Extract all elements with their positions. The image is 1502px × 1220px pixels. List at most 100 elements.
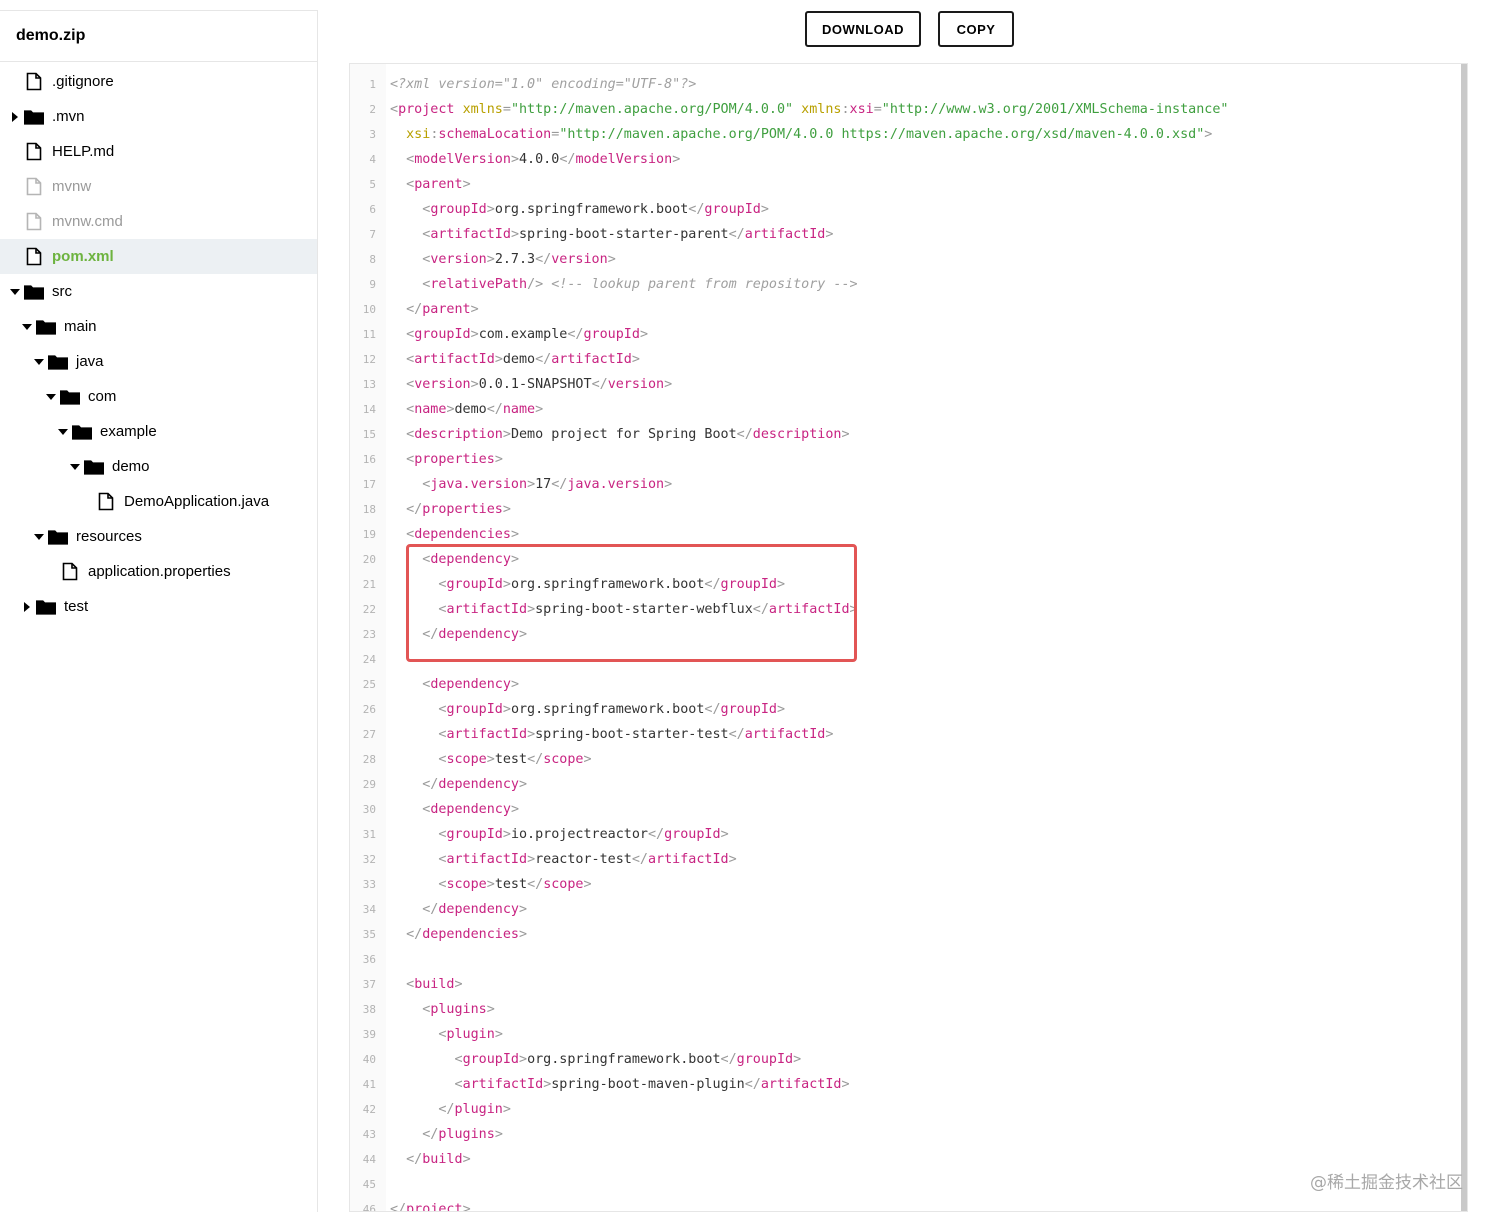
collapse-caret-icon[interactable] [22,322,32,332]
tree-item-test[interactable]: test [0,589,317,624]
tree-item-label: mvnw [52,178,92,195]
tree-item-application-properties[interactable]: application.properties [0,554,317,589]
code-token: </ [535,252,552,267]
code-token: > [664,477,673,492]
expand-caret-icon[interactable] [22,601,32,612]
code-token: </ [704,702,721,717]
tree-item-example[interactable]: example [0,414,317,449]
code-token: properties [414,452,495,467]
code-token: > [470,377,479,392]
code-token: : [841,102,850,117]
code-token: > [519,1052,528,1067]
code-line: 16 <properties> [350,447,1450,472]
code-token: <!-- lookup parent from repository --> [551,277,858,292]
code-token: </ [559,152,576,167]
code-line: 22 <artifactId>spring-boot-starter-webfl… [350,597,1450,622]
code-line: 2 <project xmlns="http://maven.apache.org… [350,97,1450,122]
code-line: 4 <modelVersion>4.0.0</modelVersion> [350,147,1450,172]
tree-item-mvnw-cmd[interactable]: mvnw.cmd [0,204,317,239]
code-token: dependency [438,902,519,917]
code-token: = [502,102,511,117]
download-button[interactable]: DOWNLOAD [805,11,921,47]
code-token: > [502,1102,511,1117]
code-token: demo [454,402,487,417]
code-token: > [486,1002,495,1017]
code-token: "http://maven.apache.org/POM/4.0.0 https… [559,127,1205,142]
line-number: 44 [362,1153,376,1166]
code-token: > [510,152,519,167]
code-token: </ [688,202,705,217]
code-line: 32 <artifactId>reactor-test</artifactId> [350,847,1450,872]
code-token: > [825,727,834,742]
tree-item-com[interactable]: com [0,379,317,414]
collapse-caret-icon[interactable] [34,357,44,367]
tree-item-src[interactable]: src [0,274,317,309]
code-viewer[interactable]: 1 <?xml version="1.0" encoding="UTF-8"?> 2… [349,63,1468,1212]
code-token: </ [591,377,608,392]
collapse-caret-icon[interactable] [70,462,80,472]
code-token: < [406,352,415,367]
code-token: </ [390,1202,407,1212]
tree-item-gitignore[interactable]: .gitignore [0,64,317,99]
code-line: 20 <dependency> [350,547,1450,572]
line-number: 43 [362,1128,376,1141]
tree-item-java[interactable]: java [0,344,317,379]
tree-item-label: src [52,283,72,300]
code-token: 17 [535,477,552,492]
collapse-caret-icon[interactable] [34,532,44,542]
collapse-caret-icon[interactable] [46,392,56,402]
copy-button[interactable]: COPY [938,11,1014,47]
code-token: spring-boot-maven-plugin [551,1077,745,1092]
code-token: org.springframework.boot [510,702,705,717]
tree-item-mvnw[interactable]: mvnw [0,169,317,204]
tree-item-demoapplication-java[interactable]: DemoApplication.java [0,484,317,519]
file-icon [60,562,80,582]
code-token: > [470,327,479,342]
code-token: description [414,427,503,442]
tree-item-pom-xml[interactable]: pom.xml [0,239,317,274]
line-number: 16 [362,453,376,466]
code-token: dependencies [422,927,519,942]
tree-item-label: .mvn [52,108,85,125]
code-token: < [406,152,415,167]
code-token: reactor-test [535,852,632,867]
code-token: "http://maven.apache.org/POM/4.0.0" [510,102,794,117]
tree-item-help-md[interactable]: HELP.md [0,134,317,169]
code-token: </ [704,577,721,592]
code-token: < [406,177,415,192]
collapse-caret-icon[interactable] [58,427,68,437]
code-token: > [502,702,511,717]
code-token: project [398,102,455,117]
code-token: artifactId [744,727,826,742]
line-number: 45 [362,1178,376,1191]
code-token: > [776,577,786,592]
code-token: </ [486,402,503,417]
tree-item-mvn[interactable]: .mvn [0,99,317,134]
code-token: </ [728,727,745,742]
code-token: </ [527,877,544,892]
code-token: </ [406,502,423,517]
tree-item-main[interactable]: main [0,309,317,344]
line-number: 12 [362,353,376,366]
code-line: 37 <build> [350,972,1450,997]
code-scrollbar[interactable] [1461,64,1467,1211]
expand-caret-icon[interactable] [10,111,20,122]
tree-item-resources[interactable]: resources [0,519,317,554]
code-token: > [793,1052,802,1067]
code-token: modelVersion [575,152,673,167]
line-number: 40 [362,1053,376,1066]
code-token: groupId [446,827,503,842]
code-token: groupId [704,202,761,217]
code-token: > [841,427,850,442]
code-line: 12 <artifactId>demo</artifactId> [350,347,1450,372]
code-token: > [519,627,528,642]
line-number: 7 [369,228,376,241]
code-line: 46 </project> [350,1197,1450,1212]
collapse-caret-icon[interactable] [10,287,20,297]
code-token: > [510,227,519,242]
tree-item-demo[interactable]: demo [0,449,317,484]
